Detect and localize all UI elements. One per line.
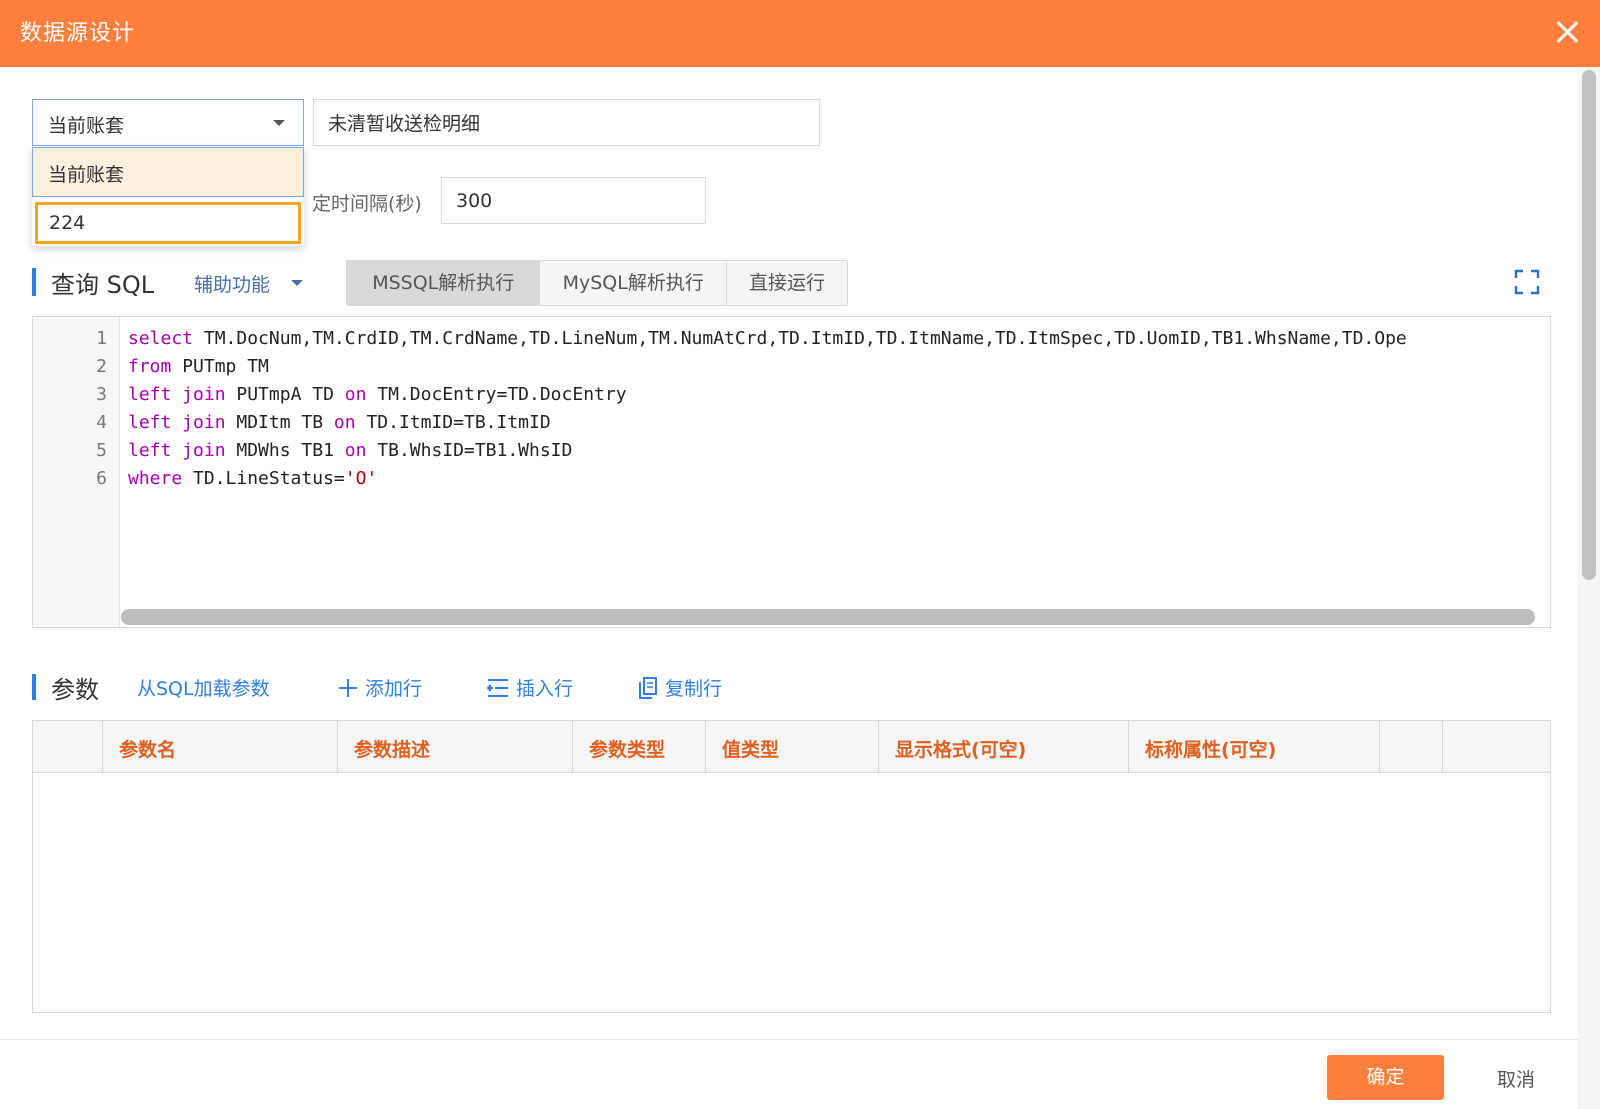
- line-number: 3: [96, 384, 107, 405]
- sql-editor[interactable]: 1 2 3 4 5 6 select TM.DocNum,TM.CrdID,TM…: [32, 316, 1551, 628]
- column-header-param-name[interactable]: 参数名: [103, 721, 338, 773]
- sql-keyword: left join: [128, 384, 226, 405]
- column-header-label: 参数类型: [589, 739, 666, 761]
- dropdown-option-current-account[interactable]: 当前账套: [32, 147, 304, 197]
- interval-input[interactable]: [441, 177, 706, 224]
- sql-text: PUTmpA TD: [225, 384, 345, 405]
- confirm-button[interactable]: 确定: [1327, 1055, 1444, 1100]
- params-table: 参数名 参数描述 参数类型 值类型 显示格式(可空) 标称属性(可空): [32, 720, 1551, 1013]
- line-number: 2: [96, 356, 107, 377]
- account-dropdown: 当前账套 224: [32, 147, 304, 246]
- direct-run-button[interactable]: 直接运行: [727, 261, 847, 305]
- column-header-label: 参数名: [119, 739, 177, 761]
- column-header-extra: [1380, 721, 1443, 773]
- sql-text: MDItm TB: [225, 412, 334, 433]
- params-table-header: 参数名 参数描述 参数类型 值类型 显示格式(可空) 标称属性(可空): [33, 721, 1550, 773]
- sql-text: TD.LineStatus=: [182, 468, 345, 489]
- code-line: select TM.DocNum,TM.CrdID,TM.CrdName,TD.…: [128, 328, 1407, 349]
- editor-horizontal-scrollbar[interactable]: [121, 609, 1535, 625]
- sql-keyword: where: [128, 468, 183, 489]
- sql-keyword: select: [128, 328, 194, 349]
- column-header-index: [33, 721, 103, 773]
- load-params-from-sql-link[interactable]: 从SQL加载参数: [137, 674, 270, 701]
- dialog-scrollbar-thumb[interactable]: [1582, 70, 1596, 580]
- cancel-button[interactable]: 取消: [1497, 1065, 1535, 1092]
- fullscreen-icon[interactable]: [1514, 269, 1540, 295]
- sql-keyword: left join: [128, 440, 226, 461]
- dialog-header: [0, 0, 1600, 67]
- line-number: 5: [96, 440, 107, 461]
- mssql-run-button[interactable]: MSSQL解析执行: [347, 261, 541, 305]
- chevron-down-icon: [273, 120, 285, 126]
- plus-icon: [339, 678, 357, 697]
- assist-menu[interactable]: 辅助功能: [194, 270, 270, 297]
- code-line: where TD.LineStatus='O': [128, 468, 377, 489]
- copy-row-label: 复制行: [665, 678, 723, 700]
- line-number: 4: [96, 412, 107, 433]
- copy-row-button[interactable]: 复制行: [637, 674, 722, 701]
- sql-string: 'O': [344, 468, 378, 489]
- footer-divider: [0, 1039, 1578, 1040]
- account-select-value: 当前账套: [48, 115, 125, 137]
- close-icon[interactable]: [1550, 14, 1586, 50]
- column-header-label: 显示格式(可空): [895, 739, 1027, 761]
- column-header-display-format[interactable]: 显示格式(可空): [879, 721, 1129, 773]
- sql-text: PUTmp TM: [171, 356, 269, 377]
- load-params-label: 从SQL加载参数: [137, 678, 270, 700]
- copy-icon: [639, 676, 657, 699]
- sql-code-area[interactable]: select TM.DocNum,TM.CrdID,TM.CrdName,TD.…: [128, 317, 1550, 617]
- column-header-label: 参数描述: [354, 739, 431, 761]
- sql-text: TM.DocNum,TM.CrdID,TM.CrdName,TD.LineNum…: [193, 328, 1407, 349]
- section-marker: [32, 674, 36, 700]
- sql-keyword: on: [344, 384, 367, 405]
- insert-row-label: 插入行: [516, 678, 574, 700]
- line-number: 6: [96, 468, 107, 489]
- sql-keyword: on: [344, 440, 367, 461]
- code-line: left join MDItm TB on TD.ItmID=TB.ItmID: [128, 412, 551, 433]
- sql-keyword: on: [333, 412, 356, 433]
- column-header-value-type[interactable]: 值类型: [706, 721, 879, 773]
- dialog-title: 数据源设计: [20, 21, 136, 46]
- column-header-param-desc[interactable]: 参数描述: [338, 721, 573, 773]
- dropdown-option-224[interactable]: 224: [35, 202, 301, 244]
- add-row-button[interactable]: 添加行: [337, 674, 422, 701]
- code-line: left join MDWhs TB1 on TB.WhsID=TB1.WhsI…: [128, 440, 572, 461]
- mysql-run-button[interactable]: MySQL解析执行: [540, 261, 727, 305]
- chevron-down-icon[interactable]: [291, 280, 303, 286]
- code-line: left join PUTmpA TD on TM.DocEntry=TD.Do…: [128, 384, 627, 405]
- code-line: from PUTmp TM: [128, 356, 269, 377]
- interval-label: 定时间隔(秒): [312, 193, 422, 215]
- sql-text: MDWhs TB1: [225, 440, 345, 461]
- column-header-nominal-attr[interactable]: 标称属性(可空): [1129, 721, 1380, 773]
- sql-keyword: from: [128, 356, 172, 377]
- run-button-group: MSSQL解析执行 MySQL解析执行 直接运行: [346, 260, 848, 306]
- sql-text: TM.DocEntry=TD.DocEntry: [366, 384, 627, 405]
- add-row-label: 添加行: [365, 678, 423, 700]
- column-header-label: 标称属性(可空): [1145, 739, 1277, 761]
- column-header-actions: [1443, 721, 1550, 773]
- datasource-name-input[interactable]: [313, 99, 820, 146]
- params-section-title: 参数: [51, 676, 99, 704]
- sql-text: TB.WhsID=TB1.WhsID: [366, 440, 573, 461]
- line-number-gutter: 1 2 3 4 5 6: [33, 317, 120, 627]
- sql-keyword: left join: [128, 412, 226, 433]
- sql-section-title: 查询 SQL: [51, 271, 155, 299]
- column-header-label: 值类型: [722, 739, 780, 761]
- dropdown-option-label: 224: [49, 212, 86, 234]
- line-number: 1: [96, 328, 107, 349]
- insert-row-button[interactable]: 插入行: [486, 674, 573, 701]
- insert-row-icon: [486, 678, 508, 697]
- section-marker: [32, 268, 36, 296]
- column-header-param-type[interactable]: 参数类型: [573, 721, 706, 773]
- sql-text: TD.ItmID=TB.ItmID: [355, 412, 551, 433]
- account-select[interactable]: 当前账套: [32, 99, 304, 146]
- dropdown-option-label: 当前账套: [48, 164, 125, 186]
